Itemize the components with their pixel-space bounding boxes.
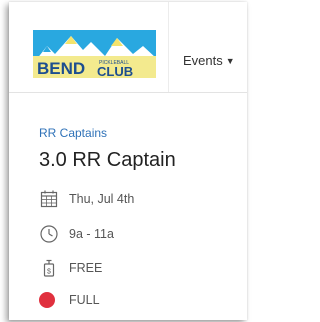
header-divider xyxy=(168,2,169,92)
logo-brand-left: BEND xyxy=(37,59,85,78)
event-price: FREE xyxy=(69,261,103,275)
event-time: 9a - 11a xyxy=(69,227,114,241)
caret-down-icon: ▼ xyxy=(225,56,235,66)
event-card: BEND PICKLEBALL CLUB Events ▼ RR Captains… xyxy=(9,2,247,320)
events-menu[interactable]: Events ▼ xyxy=(183,53,235,68)
event-category-link[interactable]: RR Captains xyxy=(39,126,107,140)
bend-pickleball-club-logo[interactable]: BEND PICKLEBALL CLUB xyxy=(33,30,156,78)
logo-brand-right: CLUB xyxy=(97,64,133,78)
svg-text:$: $ xyxy=(47,269,51,276)
calendar-icon xyxy=(39,189,61,209)
event-price-row: $ FREE xyxy=(39,258,102,278)
event-status-row: FULL xyxy=(39,290,100,310)
events-menu-label: Events xyxy=(183,53,223,68)
site-header: BEND PICKLEBALL CLUB Events ▼ xyxy=(9,2,247,93)
event-date-row: Thu, Jul 4th xyxy=(39,189,134,209)
clock-icon xyxy=(39,224,61,244)
price-tag-icon: $ xyxy=(39,258,61,278)
status-dot-icon xyxy=(39,292,55,308)
event-status: FULL xyxy=(69,293,100,307)
event-title: 3.0 RR Captain xyxy=(39,149,176,171)
event-time-row: 9a - 11a xyxy=(39,224,114,244)
event-date: Thu, Jul 4th xyxy=(69,192,135,206)
